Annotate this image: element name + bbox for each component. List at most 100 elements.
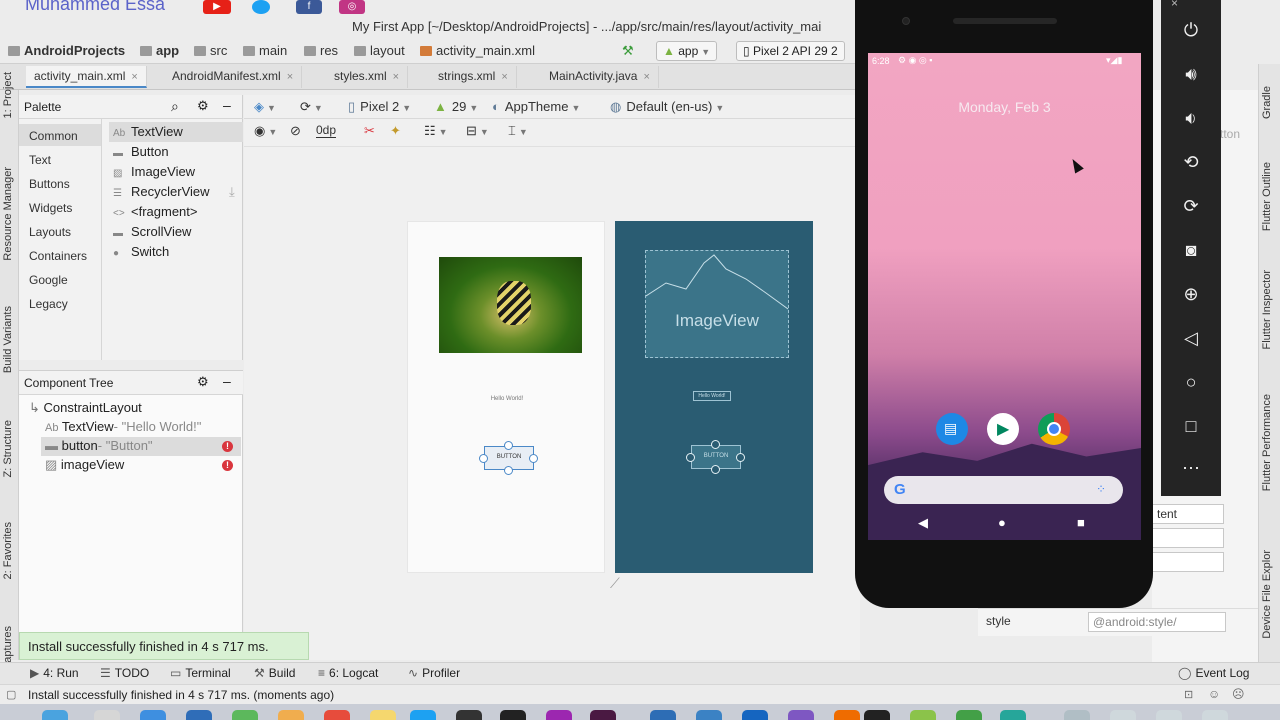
tree-item-imageview[interactable]: ▨ imageView! xyxy=(41,456,241,475)
finder-icon[interactable] xyxy=(42,710,68,720)
chrome-icon[interactable] xyxy=(1038,413,1070,445)
numbers-icon[interactable] xyxy=(910,710,936,720)
infer-constraints-icon[interactable]: ✦ xyxy=(390,123,401,139)
zoom-icon[interactable]: ⊕ xyxy=(1161,284,1221,305)
tree-root-constraintlayout[interactable]: ↳ ConstraintLayout xyxy=(25,399,146,418)
simulator-icon[interactable] xyxy=(742,710,768,720)
google-search-bar[interactable]: G ⁘ xyxy=(884,476,1123,504)
tab-main-activity[interactable]: MainActivity.java × xyxy=(541,66,659,88)
tool-flutter-performance[interactable]: Flutter Performance xyxy=(1261,394,1273,491)
api-selector[interactable]: ▲ 29 ▼ xyxy=(434,99,478,114)
xcode-icon[interactable] xyxy=(696,710,722,720)
constraint-handle-left[interactable] xyxy=(686,453,695,462)
hello-world-text[interactable]: Hello World! xyxy=(408,396,606,402)
imageview-placeholder[interactable]: ImageView xyxy=(645,250,789,358)
vscode-icon[interactable] xyxy=(650,710,676,720)
palette-cat-widgets[interactable]: Widgets xyxy=(19,196,101,218)
photos-icon[interactable] xyxy=(278,710,304,720)
tool-flutter-outline[interactable]: Flutter Outline xyxy=(1261,162,1273,231)
tool-logcat[interactable]: ≡ 6: Logcat xyxy=(318,666,378,680)
magnet-icon[interactable]: ⊘ xyxy=(290,123,301,139)
palette-item-textview[interactable]: Ab TextView xyxy=(109,122,243,142)
notes-icon[interactable] xyxy=(370,710,396,720)
camera-icon[interactable]: ◙ xyxy=(1161,240,1221,261)
tree-item-textview[interactable]: Ab TextView- "Hello World!" xyxy=(41,418,205,437)
palette-item-fragment[interactable]: <> <fragment> xyxy=(109,202,243,222)
breadcrumb-root[interactable]: AndroidProjects xyxy=(8,43,125,58)
constraint-handle-bottom[interactable] xyxy=(711,465,720,474)
blueprint-view[interactable]: ImageView Hello World! BUTTON xyxy=(615,221,813,573)
palette-item-scrollview[interactable]: ▬ ScrollView xyxy=(109,222,243,242)
search-icon[interactable]: ⌕ xyxy=(171,98,179,115)
home-icon[interactable]: ○ xyxy=(1161,372,1221,393)
power-icon[interactable]: ⏻ xyxy=(1161,20,1221,41)
assistant-icon[interactable]: ⁘ xyxy=(1096,482,1106,496)
twitter-icon[interactable] xyxy=(252,0,270,14)
messages-dock-icon[interactable] xyxy=(956,710,982,720)
facetime-icon[interactable] xyxy=(232,710,258,720)
facebook-icon[interactable]: f xyxy=(296,0,322,14)
constraint-handle-bottom[interactable] xyxy=(504,466,513,475)
tool-terminal[interactable]: ▭ Terminal xyxy=(170,666,231,680)
locale-selector[interactable]: ◍ Default (en-us) ▼ xyxy=(610,99,724,115)
resize-handle-icon[interactable]: ⟋ xyxy=(610,575,620,592)
safari-icon[interactable] xyxy=(140,710,166,720)
tool-device-file-explorer[interactable]: Device File Explor xyxy=(1261,550,1273,639)
messages-icon[interactable]: ▤ xyxy=(936,413,968,445)
rotate-right-icon[interactable]: ⟳ xyxy=(1161,196,1221,217)
close-icon[interactable]: × xyxy=(1171,0,1178,10)
minimize-icon[interactable]: – xyxy=(223,373,231,389)
constraint-handle-top[interactable] xyxy=(711,440,720,449)
close-icon[interactable]: × xyxy=(131,71,137,83)
lock-icon[interactable]: ⊡ xyxy=(1184,688,1193,701)
breadcrumb-res[interactable]: res xyxy=(304,43,338,58)
calendar-icon[interactable] xyxy=(324,710,350,720)
launchpad-icon[interactable] xyxy=(94,710,120,720)
theme-selector[interactable]: ◐ AppTheme ▼ xyxy=(492,99,580,114)
attr-field-3[interactable] xyxy=(1152,552,1224,572)
downloads-icon[interactable] xyxy=(1064,710,1090,720)
breadcrumb-file[interactable]: activity_main.xml xyxy=(420,43,535,58)
gear-icon[interactable]: ⚙ xyxy=(197,374,209,390)
attr-style-field[interactable]: @android:style/ xyxy=(1088,612,1226,632)
module-select[interactable]: ▲ app ▼ xyxy=(656,41,718,61)
attr-value-field[interactable]: tent xyxy=(1152,504,1224,524)
device-selector[interactable]: ▯ Pixel 2 ▼ xyxy=(348,99,411,115)
pages-icon[interactable] xyxy=(834,710,860,720)
constraint-handle-left[interactable] xyxy=(479,454,488,463)
tool-build[interactable]: ⚒ Build xyxy=(254,666,295,680)
home-icon[interactable]: ● xyxy=(998,515,1006,530)
chrome-dock-icon[interactable] xyxy=(546,710,572,720)
design-view[interactable]: Hello World! BUTTON xyxy=(407,221,605,573)
palette-cat-containers[interactable]: Containers xyxy=(19,244,101,266)
build-hammer-icon[interactable]: ⚒ xyxy=(622,43,634,59)
close-icon[interactable]: × xyxy=(287,71,293,83)
premiere-icon[interactable] xyxy=(590,710,616,720)
orientation-icon[interactable]: ⟳ ▼ xyxy=(300,99,323,115)
tab-styles[interactable]: styles.xml × xyxy=(326,66,409,88)
palette-item-button[interactable]: ▬ Button xyxy=(109,142,243,162)
tool-resource-manager[interactable]: Resource Manager xyxy=(2,167,14,261)
pack-icon[interactable]: ☷ ▼ xyxy=(424,123,448,139)
breadcrumb-app[interactable]: app xyxy=(140,43,179,58)
tool-favorites[interactable]: 2: Favorites xyxy=(2,522,14,579)
attr-field-2[interactable] xyxy=(1152,528,1224,548)
status-square-icon[interactable]: ▢ xyxy=(6,688,16,701)
palette-item-switch[interactable]: ● Switch xyxy=(109,242,243,262)
close-icon[interactable]: × xyxy=(393,71,399,83)
gear-icon[interactable]: ⚙ xyxy=(197,98,209,114)
clear-constraints-icon[interactable]: ✂ xyxy=(364,123,375,139)
eye-icon[interactable]: ◉ ▼ xyxy=(254,123,277,139)
breadcrumb-layout[interactable]: layout xyxy=(354,43,405,58)
caterpillar-image[interactable] xyxy=(439,257,582,353)
play-store-icon[interactable]: ▶ xyxy=(987,413,1019,445)
minimize-icon[interactable]: – xyxy=(223,97,231,113)
app-store-icon[interactable] xyxy=(410,710,436,720)
palette-item-recyclerview[interactable]: ☰ RecyclerView ⤓ xyxy=(109,182,243,202)
tab-manifest[interactable]: AndroidManifest.xml × xyxy=(164,66,303,88)
error-icon[interactable]: ! xyxy=(222,460,233,471)
documents-icon[interactable] xyxy=(1156,710,1182,720)
default-margin[interactable]: 0dp xyxy=(316,123,337,138)
tool-profiler[interactable]: ∿ Profiler xyxy=(408,666,460,680)
tab-strings[interactable]: strings.xml × xyxy=(430,66,517,88)
